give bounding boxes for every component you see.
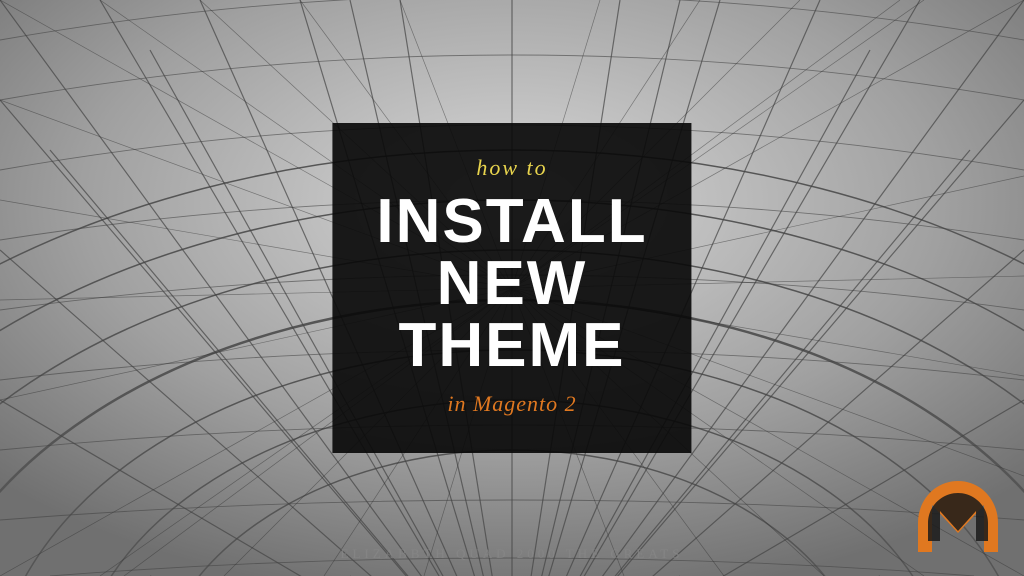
title-line2: NEW bbox=[376, 253, 647, 315]
background-image: ELIZABBTH QUAD 2000 THE GREATS how to IN… bbox=[0, 0, 1024, 576]
center-card: how to INSTALL NEW THEME in Magento 2 bbox=[332, 123, 691, 453]
svg-text:ELIZABBTH QUAD 2000 THE GREATS: ELIZABBTH QUAD 2000 THE GREATS bbox=[341, 546, 684, 561]
title-line1: INSTALL bbox=[376, 191, 647, 253]
title-line3: THEME bbox=[376, 315, 647, 377]
magento-logo bbox=[918, 479, 998, 554]
sub-label: in Magento 2 bbox=[376, 391, 647, 417]
main-title: INSTALL NEW THEME bbox=[376, 191, 647, 377]
how-to-label: how to bbox=[376, 155, 647, 181]
